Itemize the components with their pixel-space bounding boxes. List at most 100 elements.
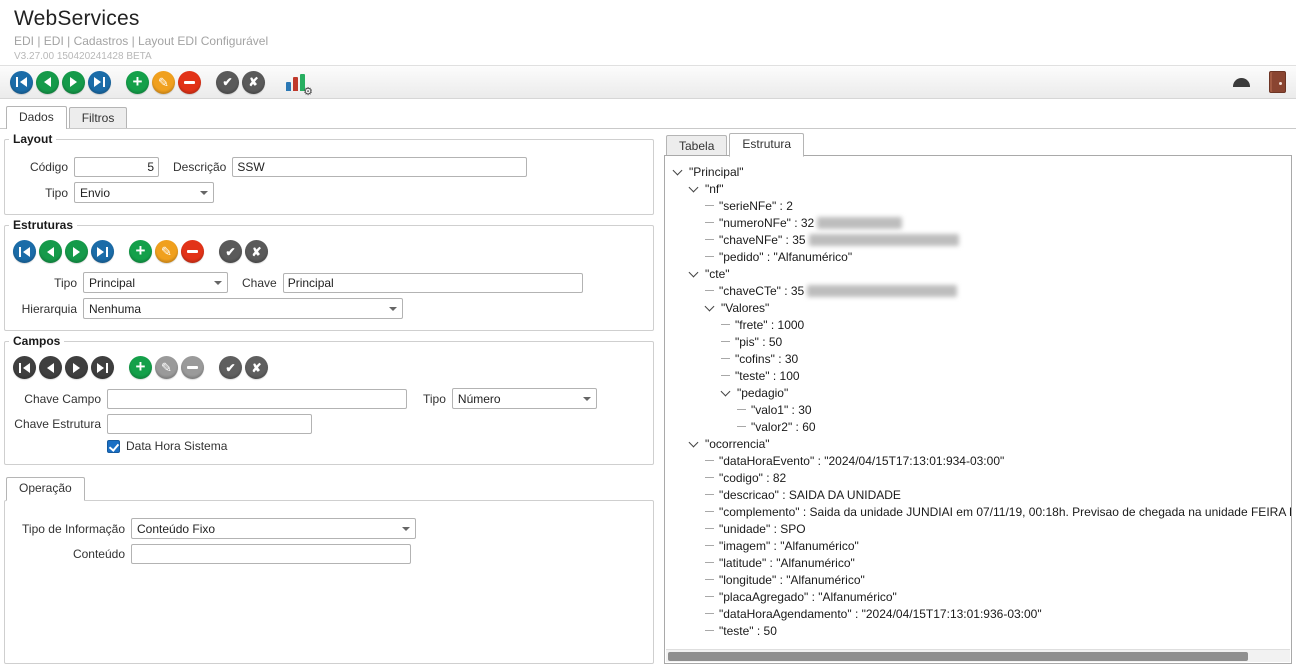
tree-node[interactable]: "Principal": [667, 163, 1289, 180]
tab-dados[interactable]: Dados: [6, 106, 67, 129]
tree-leaf[interactable]: "frete" : 1000: [667, 316, 1289, 333]
tree-node[interactable]: "Valores": [667, 299, 1289, 316]
estruturas-delete-button[interactable]: [181, 240, 204, 263]
nav-first-button[interactable]: [10, 70, 33, 94]
tree-leaf[interactable]: "complemento" : Saida da unidade JUNDIAI…: [667, 503, 1291, 520]
user-button[interactable]: [1229, 70, 1253, 94]
structure-tree: "Principal" "nf" "serieNFe" : 2 "numeroNFe"…: [665, 156, 1291, 639]
tree-leaf[interactable]: "chaveNFe" : 35: [667, 231, 1289, 248]
campos-nav-prev-button[interactable]: [39, 356, 62, 379]
tipo-select[interactable]: Envio: [74, 182, 214, 203]
tree-node-label: "Valores": [721, 300, 770, 315]
tree-leaf[interactable]: "serieNFe" : 2: [667, 197, 1289, 214]
campos-cancel-button[interactable]: ✘: [245, 356, 268, 379]
tree-leaf-label: "serieNFe" : 2: [719, 198, 793, 213]
chevron-down-icon[interactable]: [720, 386, 731, 396]
campos-delete-button[interactable]: [181, 356, 204, 379]
estruturas-cancel-button[interactable]: ✘: [245, 240, 268, 263]
tree-node[interactable]: "cte": [667, 265, 1289, 282]
confirm-icon: ✔: [225, 360, 236, 375]
estruturas-add-button[interactable]: +: [129, 240, 152, 263]
estruturas-edit-button[interactable]: ✎: [155, 240, 178, 263]
tree-leaf[interactable]: "imagem" : "Alfanumérico": [667, 537, 1289, 554]
confirm-button[interactable]: ✔: [216, 70, 239, 94]
tree-connector: [705, 222, 714, 223]
tree-connector: [721, 324, 730, 325]
cancel-button[interactable]: ✘: [242, 70, 265, 94]
tree-node[interactable]: "nf": [667, 180, 1289, 197]
tree-node-label: "pedagio": [737, 385, 789, 400]
tree-leaf[interactable]: "chaveCTe" : 35: [667, 282, 1289, 299]
campos-confirm-button[interactable]: ✔: [219, 356, 242, 379]
campos-nav-next-button[interactable]: [65, 356, 88, 379]
chave-campo-input[interactable]: [107, 388, 407, 409]
chave-campo-label: Chave Campo: [24, 391, 101, 406]
estruturas-nav-prev-button[interactable]: [39, 240, 62, 263]
campos-nav-last-button[interactable]: [91, 356, 114, 379]
prev-icon: [47, 246, 54, 257]
codigo-input[interactable]: [74, 157, 159, 177]
chave-estrutura-input[interactable]: [107, 414, 312, 434]
tree-node[interactable]: "pedagio": [667, 384, 1289, 401]
tree-leaf[interactable]: "teste" : 50: [667, 622, 1289, 639]
tree-leaf[interactable]: "valor2" : 60: [667, 418, 1289, 435]
tree-node-label: "nf": [705, 181, 724, 196]
tree-leaf[interactable]: "longitude" : "Alfanumérico": [667, 571, 1289, 588]
confirm-icon: ✔: [225, 244, 236, 259]
tree-leaf[interactable]: "unidade" : SPO: [667, 520, 1289, 537]
tree-leaf[interactable]: "teste" : 100: [667, 367, 1289, 384]
tree-leaf[interactable]: "valo1" : 30: [667, 401, 1289, 418]
conteudo-input[interactable]: [131, 544, 411, 564]
estruturas-nav-last-button[interactable]: [91, 240, 114, 263]
chart-settings-button[interactable]: ⚙: [284, 70, 313, 98]
tree-leaf[interactable]: "pedido" : "Alfanumérico": [667, 248, 1289, 265]
estrutura-tipo-select-value: Principal: [89, 275, 136, 290]
estruturas-nav-next-button[interactable]: [65, 240, 88, 263]
horizontal-scrollbar[interactable]: [666, 649, 1290, 662]
tipo-informacao-select[interactable]: Conteúdo Fixo: [131, 518, 416, 539]
tree-leaf[interactable]: "cofins" : 30: [667, 350, 1289, 367]
tree-leaf[interactable]: "pis" : 50: [667, 333, 1289, 350]
campos-add-button[interactable]: +: [129, 356, 152, 379]
delete-button[interactable]: [178, 70, 201, 94]
chevron-down-icon[interactable]: [688, 182, 699, 192]
exit-button[interactable]: [1269, 71, 1286, 93]
tree-node[interactable]: "ocorrencia": [667, 435, 1289, 452]
tree-leaf[interactable]: "dataHoraEvento" : "2024/04/15T17:13:01:…: [667, 452, 1289, 469]
estruturas-confirm-button[interactable]: ✔: [219, 240, 242, 263]
descricao-input[interactable]: [232, 157, 528, 177]
chave-input[interactable]: [282, 272, 583, 293]
nav-next-button[interactable]: [62, 70, 85, 94]
tab-tabela[interactable]: Tabela: [666, 135, 728, 156]
door-exit-icon: [1279, 82, 1282, 85]
data-hora-sistema-checkbox[interactable]: [107, 439, 120, 453]
chevron-down-icon[interactable]: [688, 437, 699, 447]
cancel-icon: ✘: [251, 244, 262, 259]
campos-nav-first-button[interactable]: [13, 356, 36, 379]
tree-leaf[interactable]: "latitude" : "Alfanumérico": [667, 554, 1289, 571]
tree-leaf[interactable]: "placaAgregado" : "Alfanumérico": [667, 588, 1289, 605]
tree-leaf-label: "teste" : 50: [719, 623, 777, 638]
tree-connector: [705, 596, 714, 597]
add-button[interactable]: +: [126, 70, 149, 94]
chevron-down-icon[interactable]: [672, 165, 683, 175]
tab-operacao[interactable]: Operação: [6, 477, 85, 501]
edit-button[interactable]: ✎: [152, 70, 175, 94]
campo-tipo-select[interactable]: Número: [451, 388, 597, 409]
tab-filtros[interactable]: Filtros: [68, 107, 128, 128]
campos-edit-button[interactable]: ✎: [155, 356, 178, 379]
tree-connector: [737, 409, 746, 410]
nav-prev-button[interactable]: [36, 70, 59, 94]
tree-leaf[interactable]: "dataHoraAgendamento" : "2024/04/15T17:1…: [667, 605, 1289, 622]
tree-leaf[interactable]: "codigo" : 82: [667, 469, 1289, 486]
estrutura-tipo-select[interactable]: Principal: [83, 272, 228, 293]
tab-estrutura[interactable]: Estrutura: [729, 133, 805, 157]
chevron-down-icon[interactable]: [704, 301, 715, 311]
estruturas-nav-first-button[interactable]: [13, 240, 36, 263]
tree-leaf[interactable]: "numeroNFe" : 32: [667, 214, 1289, 231]
scrollbar-thumb[interactable]: [668, 652, 1249, 661]
tree-leaf[interactable]: "descricao" : SAIDA DA UNIDADE: [667, 486, 1289, 503]
chevron-down-icon[interactable]: [688, 267, 699, 277]
nav-last-button[interactable]: [88, 70, 111, 94]
hierarquia-select[interactable]: Nenhuma: [83, 298, 403, 319]
